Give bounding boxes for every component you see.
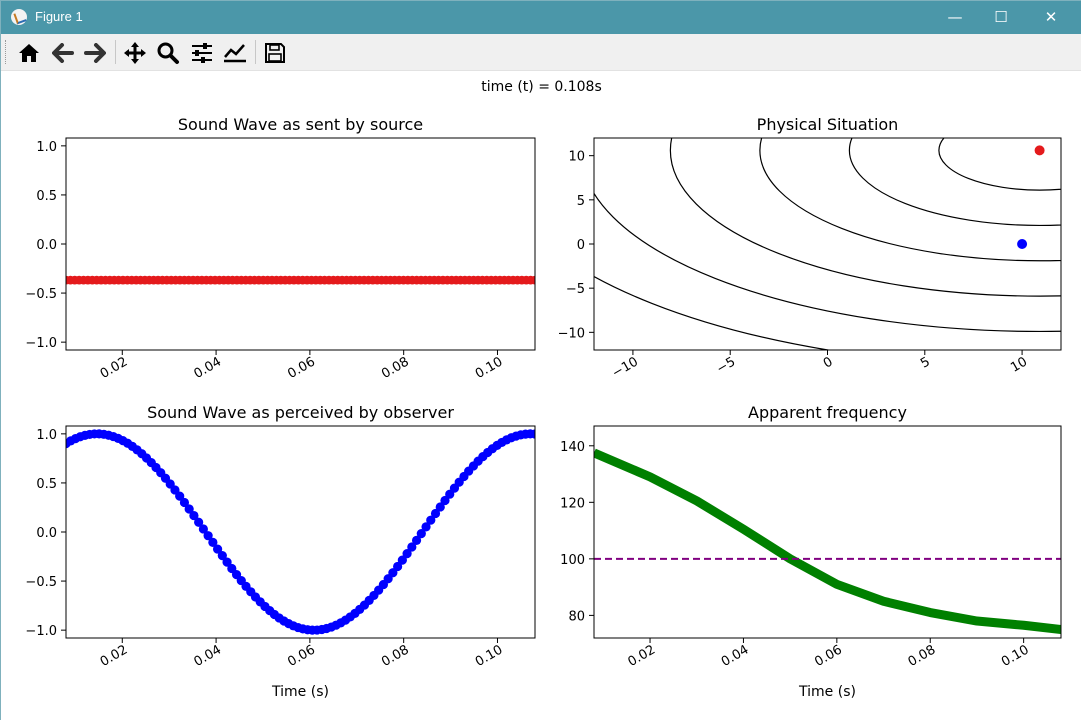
y-tick-label: −0.5	[25, 575, 57, 590]
subplot-1: Sound Wave as sent by source 1.0 0.5 0.0 −0.…	[25, 115, 536, 382]
plot-area	[594, 138, 1061, 350]
x-tick-label: 0.04	[719, 642, 752, 669]
wavefront-circle	[848, 138, 1061, 227]
y-tick-label: 1.0	[36, 140, 57, 155]
apparent-frequency-line	[594, 448, 1061, 634]
x-tick-label: 0	[821, 354, 836, 371]
x-tick-label: 0.10	[999, 642, 1032, 669]
axes-frame	[593, 137, 1062, 351]
x-tick-label: 0.10	[473, 642, 506, 669]
y-tick-label: −10	[558, 326, 585, 341]
axes-title: Physical Situation	[757, 115, 899, 134]
plot-area	[594, 448, 1061, 634]
y-tick-label: 120	[560, 496, 585, 511]
x-tick-label: 0.06	[812, 642, 845, 669]
y-tick-label: −1.0	[25, 624, 57, 639]
axes-frame	[65, 425, 536, 639]
y-tick-label: −5	[566, 282, 585, 297]
axes-title: Sound Wave as perceived by observer	[147, 403, 454, 422]
axes-frame	[593, 425, 1062, 639]
axes-frame	[65, 137, 536, 351]
x-tick-label: −10	[610, 354, 641, 381]
y-tick-label: 0.5	[36, 189, 57, 204]
subplot-2: Physical Situation 10 5 0 −5 −10 −10 −5 0 5 10	[558, 115, 1062, 381]
axes-title: Sound Wave as sent by source	[178, 115, 423, 134]
y-tick-label: −1.0	[25, 336, 57, 351]
y-tick-label: 0	[577, 238, 585, 253]
x-tick-label: 0.04	[192, 354, 225, 381]
y-tick-label: 0.0	[36, 238, 57, 253]
x-tick-label: 0.02	[625, 642, 658, 669]
y-tick-label: 5	[577, 194, 585, 209]
plot-area	[66, 429, 535, 635]
x-axis-label: Time (s)	[798, 684, 856, 700]
plot-area	[66, 275, 535, 285]
y-tick-label: 0.0	[36, 526, 57, 541]
x-tick-label: 5	[918, 354, 933, 371]
wavefront-circle	[669, 138, 1061, 297]
x-tick-label: 0.08	[379, 642, 412, 669]
wavefront-circle	[594, 275, 833, 350]
y-tick-label: 140	[560, 440, 585, 455]
y-tick-label: 100	[560, 553, 585, 568]
x-tick-label: 0.08	[906, 642, 939, 669]
y-tick-label: −0.5	[25, 287, 57, 302]
observer-point	[1017, 239, 1028, 249]
wavefront-circle	[938, 138, 1061, 191]
y-tick-label: 0.5	[36, 477, 57, 492]
x-axis-label: Time (s)	[271, 684, 329, 700]
source-point	[1034, 145, 1045, 156]
y-tick-label: 1.0	[36, 428, 57, 443]
subplot-3: Sound Wave as perceived by observer 1.0 0.…	[25, 403, 536, 700]
x-tick-label: 0.06	[285, 354, 318, 381]
wavefront-circle	[594, 192, 1061, 332]
x-tick-label: −5	[714, 354, 738, 377]
x-tick-label: 10	[1008, 354, 1030, 375]
x-tick-label: 0.08	[379, 354, 412, 381]
axes-title: Apparent frequency	[748, 403, 907, 422]
x-tick-label: 0.02	[98, 642, 131, 669]
wavefront-circle	[759, 138, 1061, 262]
figure-window: Figure 1 — ☐ ✕ time (t) = 0.108s Sound W…	[0, 0, 1081, 720]
y-tick-label: 80	[568, 609, 585, 624]
x-tick-label: 0.10	[473, 354, 506, 381]
y-tick-label: 10	[568, 150, 585, 165]
x-tick-label: 0.06	[285, 642, 318, 669]
x-tick-label: 0.02	[98, 354, 131, 381]
subplot-4: Apparent frequency 140 120 100 80 0.02 0.04 0.0…	[560, 403, 1062, 700]
figure-plots: Sound Wave as sent by source 1.0 0.5 0.0 −0.…	[25, 115, 1062, 700]
x-tick-label: 0.04	[192, 642, 225, 669]
